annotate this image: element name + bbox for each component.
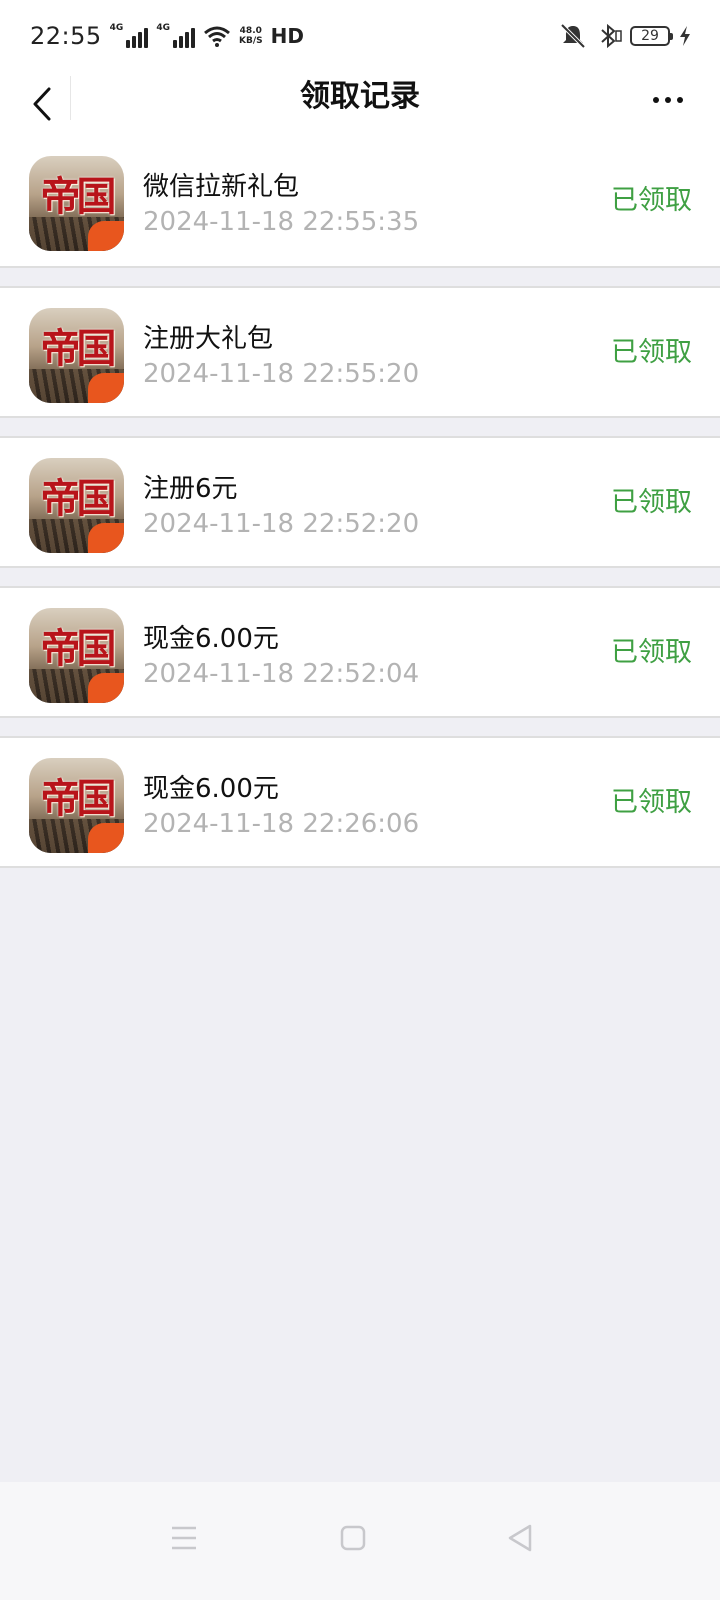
app-icon-logo: 帝国 — [40, 325, 117, 372]
app-icon: 帝国 — [29, 308, 124, 403]
home-square-icon — [340, 1525, 366, 1551]
nav-divider — [70, 76, 71, 120]
record-time: 2024-11-18 22:55:20 — [143, 359, 420, 389]
record-time: 2024-11-18 22:55:35 — [143, 207, 420, 237]
menu-icon — [172, 1526, 196, 1550]
record-list: 帝国 微信拉新礼包 2024-11-18 22:55:35 已领取 帝国 注册大礼包 202… — [0, 136, 720, 868]
app-icon: 帝国 — [29, 758, 124, 853]
cellular-signal-icon-2: 4G — [156, 24, 195, 48]
app-icon-logo: 帝国 — [40, 625, 117, 672]
record-title: 微信拉新礼包 — [143, 172, 300, 202]
menu-button[interactable] — [154, 1508, 214, 1568]
battery-icon: 29 — [630, 26, 673, 46]
status-time: 22:55 — [30, 22, 102, 50]
record-status: 已领取 — [611, 637, 692, 668]
status-bar: 22:55 4G 4G 48.0 KB/S HD 29 — [0, 0, 720, 72]
record-status: 已领取 — [611, 337, 692, 368]
back-button[interactable] — [18, 80, 66, 128]
more-dots-icon — [653, 97, 659, 103]
triangle-back-icon — [508, 1524, 532, 1552]
cellular-signal-icon: 4G — [110, 24, 149, 48]
bluetooth-icon — [601, 23, 622, 49]
more-button[interactable] — [640, 80, 696, 120]
record-item[interactable]: 帝国 现金6.00元 2024-11-18 22:26:06 已领取 — [0, 736, 720, 868]
record-item[interactable]: 帝国 微信拉新礼包 2024-11-18 22:55:35 已领取 — [0, 136, 720, 268]
navigation-bar: 领取记录 — [0, 72, 720, 136]
record-title: 现金6.00元 — [143, 624, 279, 654]
wifi-icon — [204, 26, 230, 47]
record-title: 注册大礼包 — [143, 324, 274, 354]
record-title: 注册6元 — [143, 474, 238, 504]
app-icon-logo: 帝国 — [40, 775, 117, 822]
system-navigation-bar — [0, 1482, 720, 1600]
record-item[interactable]: 帝国 注册6元 2024-11-18 22:52:20 已领取 — [0, 436, 720, 568]
record-status: 已领取 — [611, 185, 692, 216]
system-back-button[interactable] — [490, 1508, 550, 1568]
record-status: 已领取 — [611, 487, 692, 518]
app-icon: 帝国 — [29, 156, 124, 251]
home-button[interactable] — [323, 1508, 383, 1568]
record-item[interactable]: 帝国 注册大礼包 2024-11-18 22:55:20 已领取 — [0, 286, 720, 418]
hd-indicator: HD — [270, 24, 304, 48]
record-time: 2024-11-18 22:52:20 — [143, 509, 420, 539]
chevron-left-icon — [33, 87, 51, 121]
record-status: 已领取 — [611, 787, 692, 818]
record-item[interactable]: 帝国 现金6.00元 2024-11-18 22:52:04 已领取 — [0, 586, 720, 718]
record-time: 2024-11-18 22:26:06 — [143, 809, 420, 839]
charging-bolt-icon — [680, 26, 690, 46]
app-icon-logo: 帝国 — [40, 475, 117, 522]
page-title: 领取记录 — [300, 79, 420, 114]
record-title: 现金6.00元 — [143, 774, 279, 804]
app-icon: 帝国 — [29, 608, 124, 703]
mute-bell-icon — [560, 23, 586, 49]
app-icon-logo: 帝国 — [40, 173, 117, 220]
network-speed: 48.0 KB/S — [238, 26, 263, 46]
app-icon: 帝国 — [29, 458, 124, 553]
record-time: 2024-11-18 22:52:04 — [143, 659, 420, 689]
